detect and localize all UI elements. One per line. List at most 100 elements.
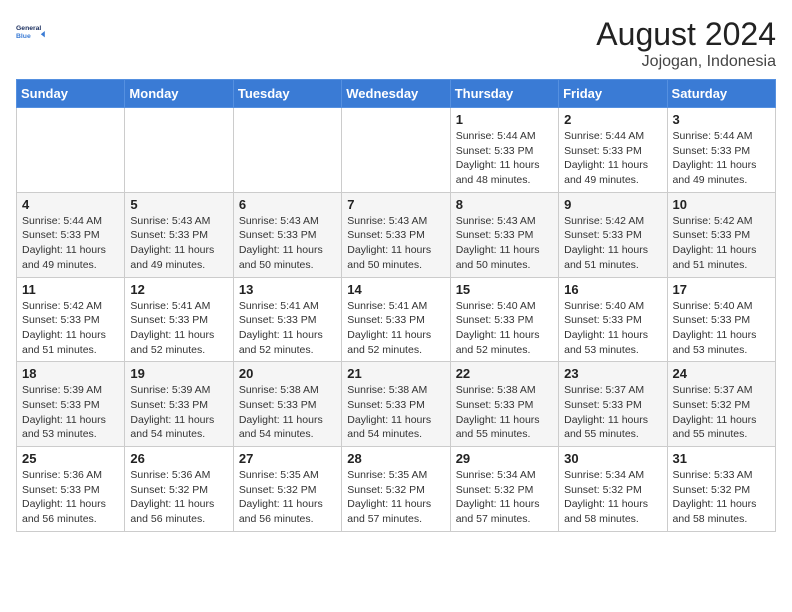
table-row: 23 Sunrise: 5:37 AM Sunset: 5:33 PM Dayli… [559,362,667,447]
table-row: 10Sunrise: 5:42 AM Sunset: 5:33 PM Dayli… [667,192,775,277]
table-row: 11 Sunrise: 5:42 AM Sunset: 5:33 PM Dayli… [17,277,125,362]
day-info: Sunrise: 5:40 AM Sunset: 5:33 PM Dayligh… [673,299,770,358]
day-number: 24 [673,366,770,381]
day-info: Sunrise: 5:44 AM Sunset: 5:33 PM Dayligh… [456,129,553,188]
col-monday: Monday [125,80,233,108]
calendar-week-1: 4 Sunrise: 5:44 AM Sunset: 5:33 PM Daylig… [17,192,776,277]
day-number: 23 [564,366,661,381]
table-row [17,108,125,193]
day-info: Sunrise: 5:37 AM Sunset: 5:33 PM Dayligh… [564,383,661,442]
day-number: 14 [347,282,444,297]
table-row: 16 Sunrise: 5:40 AM Sunset: 5:33 PM Dayli… [559,277,667,362]
logo: GeneralBlue [16,16,48,48]
table-row: 13 Sunrise: 5:41 AM Sunset: 5:33 PM Dayli… [233,277,341,362]
day-info: Sunrise: 5:35 AM Sunset: 5:32 PM Dayligh… [347,468,444,527]
day-number: 3 [673,112,770,127]
day-info: Sunrise: 5:35 AM Sunset: 5:32 PM Dayligh… [239,468,336,527]
day-info: Sunrise: 5:43 AM Sunset: 5:33 PM Dayligh… [456,214,553,273]
day-number: 1 [456,112,553,127]
location: Jojogan, Indonesia [596,53,776,71]
day-info: Sunrise: 5:42 AM Sunset: 5:33 PM Dayligh… [564,214,661,273]
day-number: 15 [456,282,553,297]
table-row: 29 Sunrise: 5:34 AM Sunset: 5:32 PM Dayli… [450,447,558,532]
day-number: 19 [130,366,227,381]
day-info: Sunrise: 5:36 AM Sunset: 5:32 PM Dayligh… [130,468,227,527]
table-row [125,108,233,193]
day-number: 9 [564,197,661,212]
table-row: 14Sunrise: 5:41 AM Sunset: 5:33 PM Dayli… [342,277,450,362]
table-row: 15 Sunrise: 5:40 AM Sunset: 5:33 PM Dayli… [450,277,558,362]
col-thursday: Thursday [450,80,558,108]
day-number: 27 [239,451,336,466]
month-year: August 2024 [596,16,776,53]
day-info: Sunrise: 5:44 AM Sunset: 5:33 PM Dayligh… [564,129,661,188]
table-row: 8 Sunrise: 5:43 AM Sunset: 5:33 PM Daylig… [450,192,558,277]
calendar-week-4: 25 Sunrise: 5:36 AM Sunset: 5:33 PM Dayli… [17,447,776,532]
day-info: Sunrise: 5:33 AM Sunset: 5:32 PM Dayligh… [673,468,770,527]
day-number: 21 [347,366,444,381]
day-number: 8 [456,197,553,212]
table-row: 30Sunrise: 5:34 AM Sunset: 5:32 PM Dayli… [559,447,667,532]
day-number: 28 [347,451,444,466]
table-row: 24 Sunrise: 5:37 AM Sunset: 5:32 PM Dayli… [667,362,775,447]
table-row [342,108,450,193]
day-number: 2 [564,112,661,127]
col-wednesday: Wednesday [342,80,450,108]
table-row: 5Sunrise: 5:43 AM Sunset: 5:33 PM Daylig… [125,192,233,277]
table-row: 12 Sunrise: 5:41 AM Sunset: 5:33 PM Dayli… [125,277,233,362]
table-row: 7 Sunrise: 5:43 AM Sunset: 5:33 PM Daylig… [342,192,450,277]
table-row: 26 Sunrise: 5:36 AM Sunset: 5:32 PM Dayli… [125,447,233,532]
table-row: 17 Sunrise: 5:40 AM Sunset: 5:33 PM Dayli… [667,277,775,362]
day-number: 18 [22,366,119,381]
table-row: 31Sunrise: 5:33 AM Sunset: 5:32 PM Dayli… [667,447,775,532]
day-number: 10 [673,197,770,212]
day-info: Sunrise: 5:34 AM Sunset: 5:32 PM Dayligh… [564,468,661,527]
day-number: 12 [130,282,227,297]
day-info: Sunrise: 5:43 AM Sunset: 5:33 PM Dayligh… [239,214,336,273]
day-number: 17 [673,282,770,297]
day-number: 7 [347,197,444,212]
day-info: Sunrise: 5:34 AM Sunset: 5:32 PM Dayligh… [456,468,553,527]
table-row: 19Sunrise: 5:39 AM Sunset: 5:33 PM Dayli… [125,362,233,447]
day-info: Sunrise: 5:36 AM Sunset: 5:33 PM Dayligh… [22,468,119,527]
day-info: Sunrise: 5:38 AM Sunset: 5:33 PM Dayligh… [239,383,336,442]
day-number: 22 [456,366,553,381]
table-row [233,108,341,193]
header-row: Sunday Monday Tuesday Wednesday Thursday… [17,80,776,108]
day-number: 25 [22,451,119,466]
day-info: Sunrise: 5:42 AM Sunset: 5:33 PM Dayligh… [22,299,119,358]
table-row: 27 Sunrise: 5:35 AM Sunset: 5:32 PM Dayli… [233,447,341,532]
table-row: 25 Sunrise: 5:36 AM Sunset: 5:33 PM Dayli… [17,447,125,532]
day-number: 4 [22,197,119,212]
day-info: Sunrise: 5:40 AM Sunset: 5:33 PM Dayligh… [564,299,661,358]
table-row: 1 Sunrise: 5:44 AM Sunset: 5:33 PM Daylig… [450,108,558,193]
day-number: 20 [239,366,336,381]
col-friday: Friday [559,80,667,108]
calendar-week-0: 1 Sunrise: 5:44 AM Sunset: 5:33 PM Daylig… [17,108,776,193]
day-info: Sunrise: 5:40 AM Sunset: 5:33 PM Dayligh… [456,299,553,358]
day-info: Sunrise: 5:43 AM Sunset: 5:33 PM Dayligh… [347,214,444,273]
day-number: 5 [130,197,227,212]
col-tuesday: Tuesday [233,80,341,108]
day-info: Sunrise: 5:44 AM Sunset: 5:33 PM Dayligh… [673,129,770,188]
svg-text:General: General [16,25,41,32]
day-number: 29 [456,451,553,466]
calendar-week-3: 18Sunrise: 5:39 AM Sunset: 5:33 PM Dayli… [17,362,776,447]
logo-icon: GeneralBlue [16,16,48,48]
day-number: 16 [564,282,661,297]
table-row: 22 Sunrise: 5:38 AM Sunset: 5:33 PM Dayli… [450,362,558,447]
day-number: 11 [22,282,119,297]
day-info: Sunrise: 5:37 AM Sunset: 5:32 PM Dayligh… [673,383,770,442]
day-info: Sunrise: 5:41 AM Sunset: 5:33 PM Dayligh… [130,299,227,358]
day-number: 13 [239,282,336,297]
day-info: Sunrise: 5:38 AM Sunset: 5:33 PM Dayligh… [456,383,553,442]
day-number: 26 [130,451,227,466]
day-info: Sunrise: 5:44 AM Sunset: 5:33 PM Dayligh… [22,214,119,273]
day-number: 6 [239,197,336,212]
table-row: 9 Sunrise: 5:42 AM Sunset: 5:33 PM Daylig… [559,192,667,277]
day-info: Sunrise: 5:41 AM Sunset: 5:33 PM Dayligh… [239,299,336,358]
calendar-week-2: 11 Sunrise: 5:42 AM Sunset: 5:33 PM Dayli… [17,277,776,362]
table-row: 21Sunrise: 5:38 AM Sunset: 5:33 PM Dayli… [342,362,450,447]
table-row: 2 Sunrise: 5:44 AM Sunset: 5:33 PM Daylig… [559,108,667,193]
title-block: August 2024 Jojogan, Indonesia [596,16,776,71]
